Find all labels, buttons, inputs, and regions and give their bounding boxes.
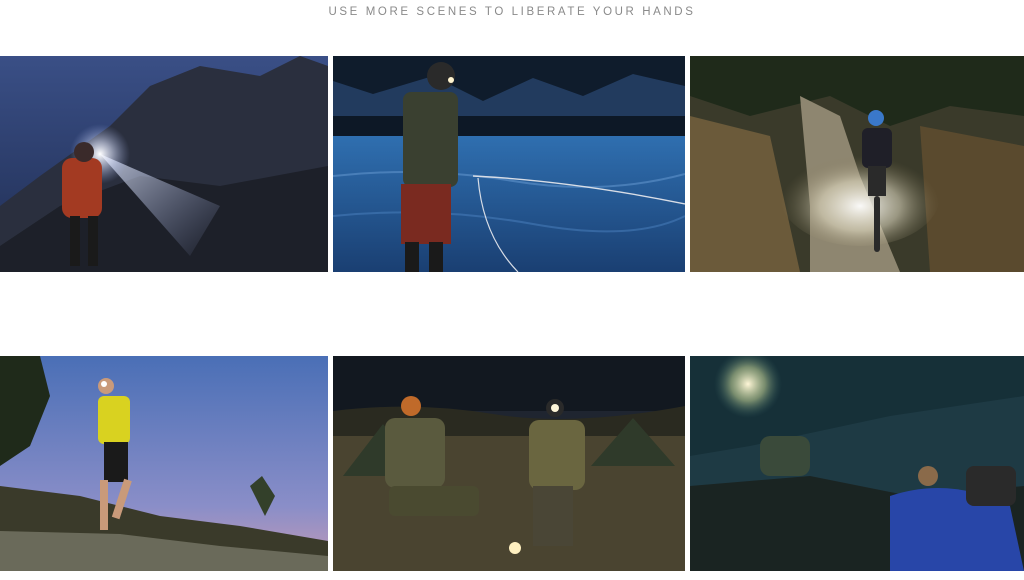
scene-photo-campers [333,356,685,571]
scene-photo-cyclist [690,56,1024,272]
product-scenes-page: USE MORE SCENES TO LIBERATE YOUR HANDS [0,0,1024,580]
scene-photo-runner [0,356,328,571]
scene-photo-hiker [0,56,328,272]
section-headline: USE MORE SCENES TO LIBERATE YOUR HANDS [328,6,696,18]
scene-photo-fisherman [333,56,685,272]
scene-photo-caving [690,356,1024,571]
